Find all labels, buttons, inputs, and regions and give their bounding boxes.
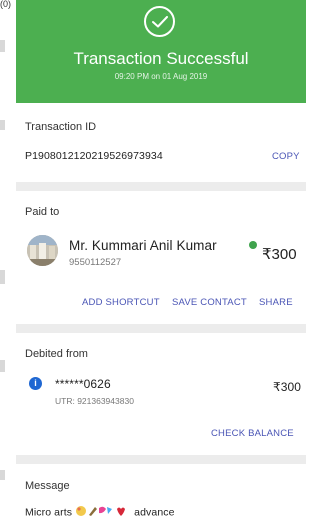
left-edge-strip — [0, 0, 16, 521]
utr-number: UTR: 921363943830 — [55, 396, 134, 406]
section-gap — [16, 182, 306, 191]
paid-amount: ₹300 — [262, 246, 297, 263]
payee-name: Mr. Kummari Anil Kumar — [69, 238, 217, 253]
payee-avatar — [27, 235, 58, 266]
section-gap — [16, 455, 306, 464]
account-number: ******0626 — [55, 377, 111, 391]
payee-phone: 9550112527 — [69, 257, 122, 268]
share-button[interactable]: SHARE — [259, 297, 293, 308]
transaction-id-value: P1908012120219526973934 — [25, 150, 163, 162]
emoji-sticker-icons — [75, 505, 131, 520]
message-text-prefix: Micro arts — [25, 506, 73, 519]
header-title: Transaction Successful — [73, 49, 249, 68]
transaction-id-label: Transaction ID — [25, 121, 97, 133]
verified-badge-icon — [249, 241, 257, 249]
paid-to-label: Paid to — [25, 206, 60, 218]
transaction-details-screen: Transaction Successful 09:20 PM on 01 Au… — [16, 0, 306, 521]
debited-from-label: Debited from — [25, 348, 88, 360]
section-gap — [16, 324, 306, 333]
message-text: Micro arts advance — [25, 505, 175, 520]
copy-button[interactable]: COPY — [272, 151, 300, 162]
success-check-icon — [144, 6, 175, 37]
message-label: Message — [25, 480, 70, 492]
success-header: Transaction Successful 09:20 PM on 01 Au… — [16, 0, 306, 103]
corner-mark: (0) — [0, 0, 11, 9]
header-timestamp: 09:20 PM on 01 Aug 2019 — [114, 72, 208, 81]
bank-logo-icon: i — [29, 377, 42, 390]
debited-amount: ₹300 — [273, 380, 302, 394]
add-shortcut-button[interactable]: ADD SHORTCUT — [82, 297, 160, 308]
message-text-suffix: advance — [134, 506, 175, 519]
save-contact-button[interactable]: SAVE CONTACT — [172, 297, 247, 308]
check-balance-button[interactable]: CHECK BALANCE — [211, 428, 294, 439]
